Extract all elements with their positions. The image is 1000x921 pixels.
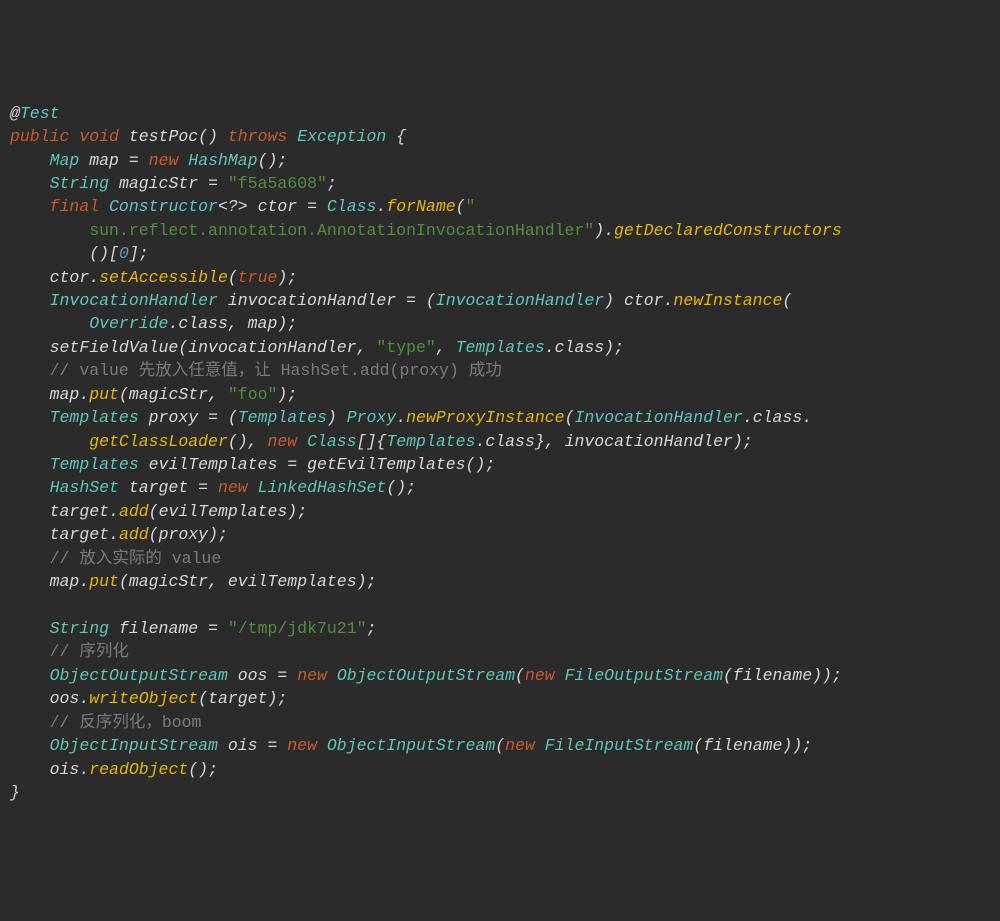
type-fis: FileInputStream: [545, 736, 694, 755]
str-filename: "/tmp/jdk7u21": [228, 619, 367, 638]
var-eviltemplates: evilTemplates: [149, 455, 278, 474]
str-magic: "f5a5a608": [228, 174, 327, 193]
str-type: "type": [376, 338, 435, 357]
meth-put: put: [89, 385, 119, 404]
type-exception: Exception: [297, 127, 386, 146]
meth-setaccessible: setAccessible: [99, 268, 228, 287]
type-string: String: [50, 174, 109, 193]
str-classname: sun.reflect.annotation.AnnotationInvocat…: [89, 221, 594, 240]
var-map: map: [89, 151, 119, 170]
type-proxy: Proxy: [347, 408, 397, 427]
var-magicstr: magicStr: [119, 174, 198, 193]
type-invocationhandler: InvocationHandler: [50, 291, 218, 310]
kw-throws: throws: [228, 127, 287, 146]
var-filename: filename: [119, 619, 198, 638]
meth-setfieldvalue: setFieldValue: [50, 338, 179, 357]
kw-public: public: [10, 127, 69, 146]
meth-newproxyinstance: newProxyInstance: [406, 408, 564, 427]
var-oos: oos: [238, 666, 268, 685]
str-foo: "foo": [228, 385, 278, 404]
type-ois: ObjectInputStream: [50, 736, 218, 755]
meth-getclassloader: getClassLoader: [89, 432, 228, 451]
meth-getdeclaredconstructors: getDeclaredConstructors: [614, 221, 842, 240]
type-hashset: HashSet: [50, 478, 119, 497]
method-name: testPoc: [129, 127, 198, 146]
num-zero: 0: [119, 244, 129, 263]
var-target: target: [129, 478, 188, 497]
kw-final: final: [50, 197, 100, 216]
type-map: Map: [50, 151, 80, 170]
type-constructor: Constructor: [109, 197, 218, 216]
comment-put2: // 放入实际的 value: [50, 549, 222, 568]
meth-writeobject: writeObject: [89, 689, 198, 708]
meth-newinstance: newInstance: [673, 291, 782, 310]
annotation-test: Test: [20, 104, 60, 123]
code-block: @Test public void testPoc() throws Excep…: [10, 102, 990, 805]
type-override: Override: [89, 314, 168, 333]
meth-geteviltemplates: getEvilTemplates: [307, 455, 465, 474]
type-oos: ObjectOutputStream: [50, 666, 228, 685]
type-linkedhashset: LinkedHashSet: [258, 478, 387, 497]
var-proxy: proxy: [149, 408, 199, 427]
comment-serialize: // 序列化: [50, 642, 129, 661]
meth-forname: forName: [386, 197, 455, 216]
var-ctor: ctor: [258, 197, 298, 216]
kw-true: true: [238, 268, 278, 287]
var-invocationhandler: invocationHandler: [228, 291, 396, 310]
comment-deserialize: // 反序列化，boom: [50, 713, 202, 732]
type-templates: Templates: [50, 408, 139, 427]
type-fos: FileOutputStream: [565, 666, 723, 685]
var-ois: ois: [228, 736, 258, 755]
kw-void: void: [79, 127, 119, 146]
type-hashmap: HashMap: [188, 151, 257, 170]
meth-readobject: readObject: [89, 760, 188, 779]
meth-add: add: [119, 502, 149, 521]
comment-put1: // value 先放入任意值，让 HashSet.add(proxy) 成功: [50, 361, 502, 380]
annotation-at: @: [10, 104, 20, 123]
